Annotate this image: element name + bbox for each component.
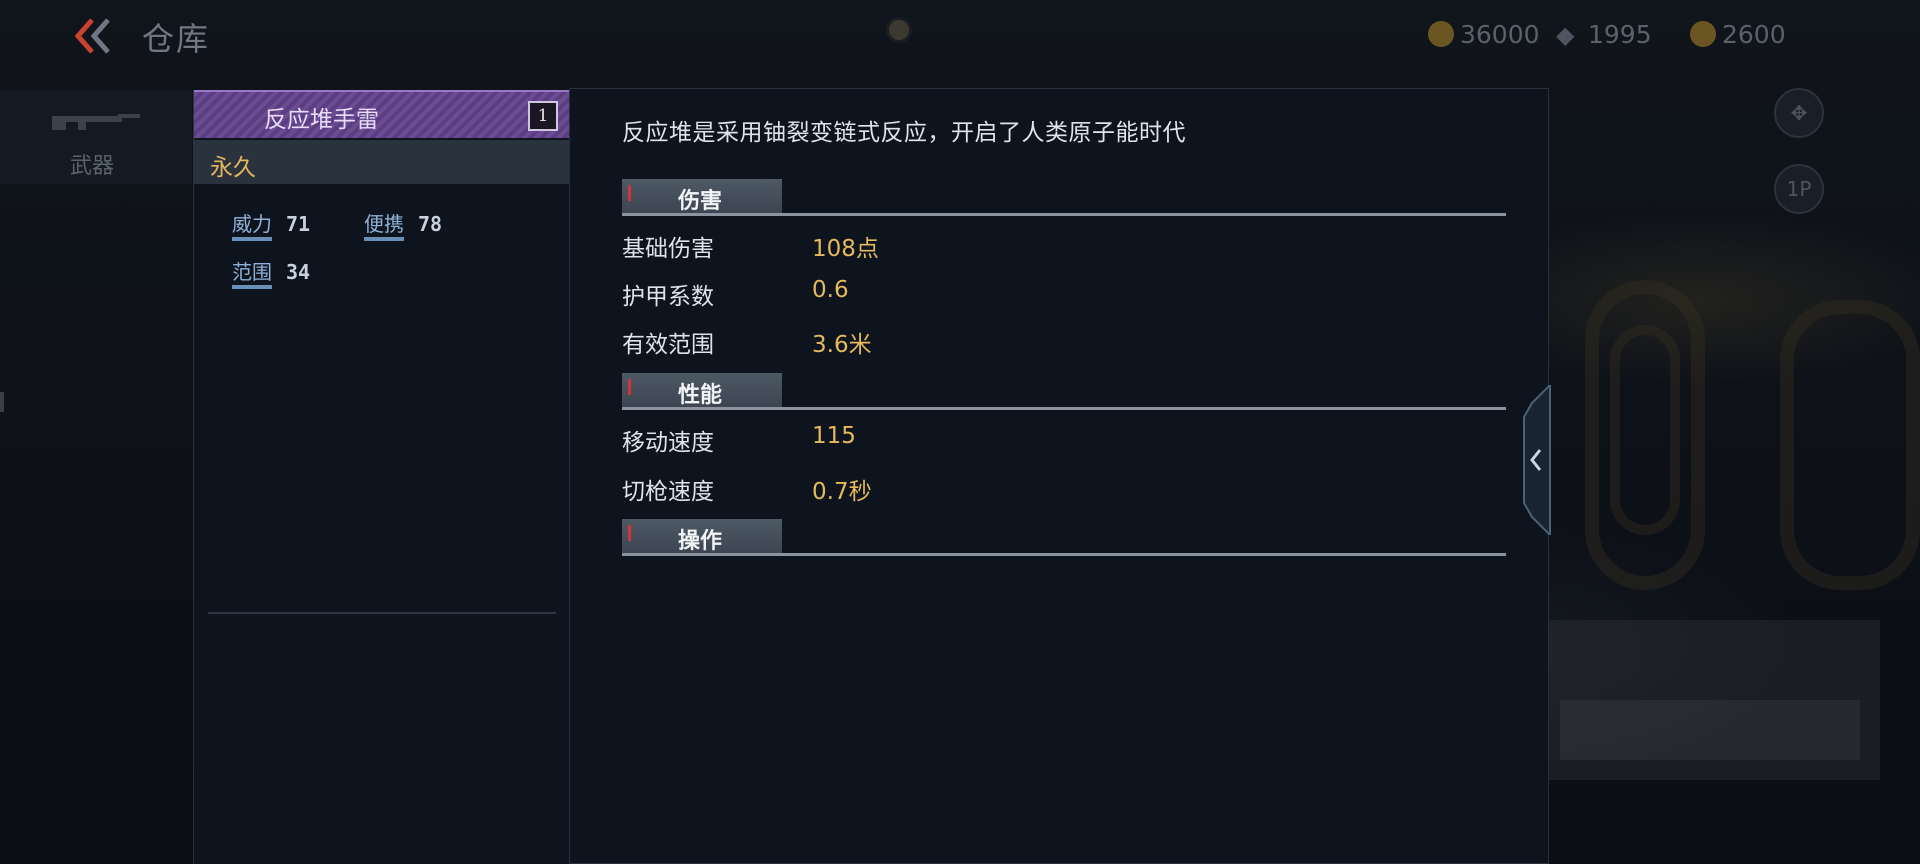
rifle-icon <box>52 114 140 130</box>
section-marker <box>628 525 631 541</box>
stat-name: 护甲系数 <box>622 284 714 310</box>
currency-medal: 2600 <box>1690 17 1786 51</box>
section-title: 操作 <box>678 529 723 554</box>
attribute-name: 威力 <box>232 212 272 236</box>
attribute-value: 34 <box>286 260 311 284</box>
detail-panel: 反应堆是采用铀裂变链式反应，开启了人类原子能时代 伤害 基础伤害 108点 护甲… <box>569 88 1549 864</box>
edge-marker <box>0 392 4 412</box>
item-header: 反应堆手雷 1 <box>194 90 570 138</box>
stat-value: 115 <box>812 423 856 449</box>
background-target <box>1780 300 1920 590</box>
dpad-button[interactable]: ✥ <box>1774 88 1824 138</box>
diamond-icon: ◆ <box>1556 21 1575 49</box>
section-divider <box>622 553 1506 556</box>
section-divider <box>622 407 1506 410</box>
chevron-left-icon <box>1530 449 1542 471</box>
section-tab: 操作 <box>622 519 782 555</box>
stat-name: 切枪速度 <box>622 479 714 505</box>
stat-value: 3.6米 <box>812 332 872 358</box>
stat-value: 108点 <box>812 236 879 262</box>
stat-name: 有效范围 <box>622 332 714 358</box>
divider <box>208 612 556 614</box>
item-duration: 永久 <box>210 155 256 181</box>
category-label: 武器 <box>70 154 115 179</box>
background-target <box>1610 325 1680 535</box>
player-1p-icon: 1P <box>1786 177 1812 201</box>
attribute-name: 便携 <box>364 212 404 236</box>
double-chevron-left-icon <box>74 18 110 54</box>
attribute-range: 范围 34 <box>232 256 310 285</box>
medal-coin-icon <box>1690 21 1716 47</box>
currency-diamond: ◆ 1995 <box>1556 17 1652 51</box>
section-tab: 性能 <box>622 373 782 409</box>
attribute-value: 78 <box>418 212 443 236</box>
item-duration-bar: 永久 <box>194 140 570 184</box>
section-tab: 伤害 <box>622 179 782 215</box>
collapse-panel-button[interactable] <box>1522 382 1552 538</box>
item-description: 反应堆是采用铀裂变链式反应，开启了人类原子能时代 <box>622 120 1186 146</box>
section-divider <box>622 213 1506 216</box>
category-weapons-tab[interactable]: 武器 <box>0 90 192 184</box>
currency-value: 36000 <box>1460 19 1540 49</box>
item-name: 反应堆手雷 <box>264 107 379 133</box>
stat-value: 0.6 <box>812 277 849 303</box>
player-1p-button[interactable]: 1P <box>1774 164 1824 214</box>
item-panel: 反应堆手雷 1 永久 威力 71 便携 78 范围 34 <box>193 90 570 864</box>
stat-name: 移动速度 <box>622 430 714 456</box>
item-count-badge: 1 <box>528 101 558 131</box>
section-title: 性能 <box>678 383 723 408</box>
currency-gold: 36000 <box>1428 17 1540 51</box>
back-button[interactable] <box>70 16 118 56</box>
section-title: 伤害 <box>678 189 723 214</box>
gold-coin-icon <box>1428 21 1454 47</box>
attribute-name: 范围 <box>232 260 272 284</box>
dpad-icon: ✥ <box>1790 101 1808 125</box>
attribute-value: 71 <box>286 212 311 236</box>
currency-value: 2600 <box>1722 19 1786 49</box>
stat-name: 基础伤害 <box>622 236 714 262</box>
section-marker <box>628 185 631 201</box>
currency-value: 1995 <box>1588 19 1652 49</box>
section-marker <box>628 379 631 395</box>
stat-value: 0.7秒 <box>812 479 872 505</box>
attribute-power: 威力 71 <box>232 208 310 237</box>
indicator-dot <box>886 17 912 43</box>
top-bar: 仓库 36000 ◆ 1995 2600 ✥ 1P <box>0 0 1920 214</box>
page-title: 仓库 <box>142 20 211 58</box>
background-floor <box>1560 700 1860 760</box>
attribute-portability: 便携 78 <box>364 208 442 237</box>
